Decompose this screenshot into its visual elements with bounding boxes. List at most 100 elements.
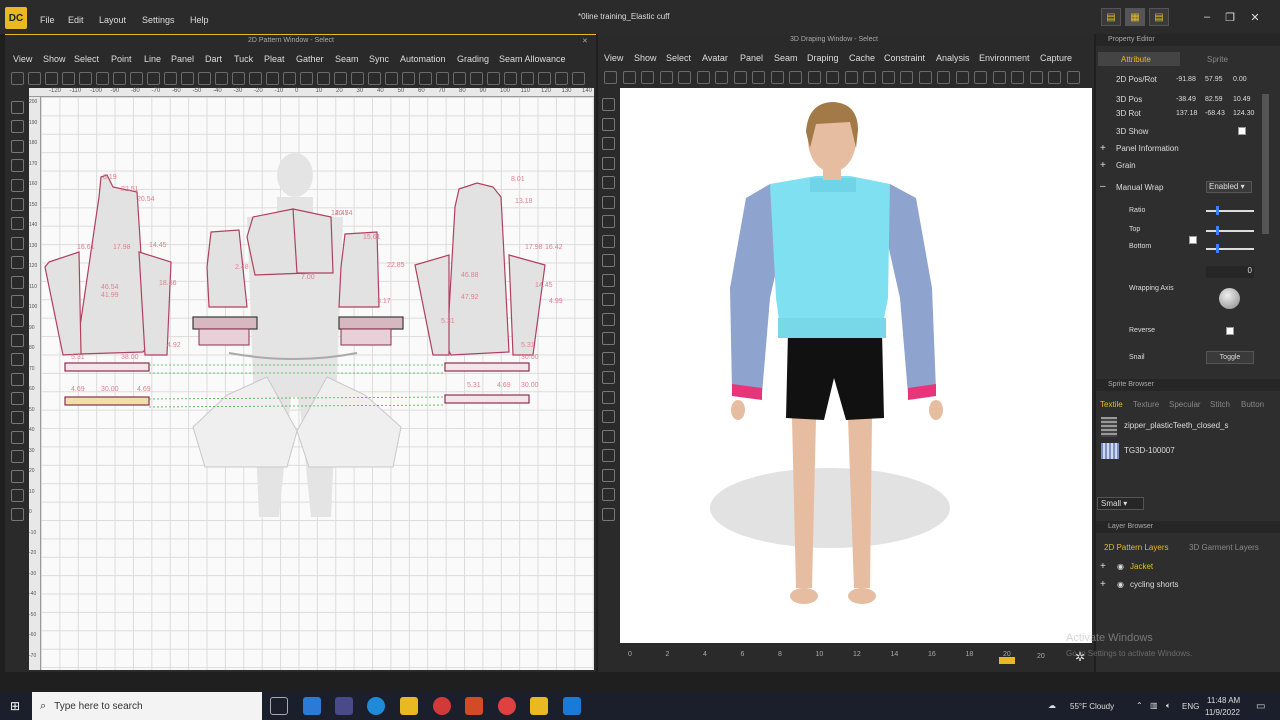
draping-side-tool-icon[interactable]	[602, 351, 615, 365]
expand-plus-icon[interactable]: +	[1100, 160, 1106, 171]
pw-menu-select[interactable]: Select	[74, 54, 99, 64]
expand-plus-icon[interactable]: +	[1100, 579, 1106, 590]
pw-menu-seam[interactable]: Seam	[335, 54, 359, 64]
pattern-tool-icon[interactable]	[572, 72, 585, 85]
draping-tool-icon[interactable]	[974, 71, 987, 84]
timeline[interactable]: 0 2 4 6 8 10 12 14 16 18 20	[620, 645, 1092, 670]
pattern-side-tool-icon[interactable]	[11, 275, 24, 289]
chrome-icon[interactable]	[498, 697, 516, 715]
draping-tool-icon[interactable]	[1011, 71, 1024, 84]
pw-menu-line[interactable]: Line	[144, 54, 161, 64]
draping-tool-icon[interactable]	[659, 71, 673, 84]
dw-menu-draping[interactable]: Draping	[807, 53, 839, 63]
pw-menu-seam-allowance[interactable]: Seam Allowance	[499, 54, 566, 64]
pw-menu-dart[interactable]: Dart	[205, 54, 222, 64]
expand-plus-icon[interactable]: +	[1100, 143, 1106, 154]
draping-side-tool-icon[interactable]	[602, 468, 615, 482]
pattern-side-tool-icon[interactable]	[11, 159, 24, 173]
draping-side-tool-icon[interactable]	[602, 429, 615, 443]
draping-side-tool-icon[interactable]	[602, 273, 615, 287]
wrapping-axis-dial[interactable]	[1219, 288, 1240, 309]
draping-tool-icon[interactable]	[955, 71, 969, 84]
draping-tool-icon[interactable]	[789, 71, 802, 84]
prop-3d-pos-x[interactable]: -38.49	[1176, 96, 1196, 103]
pattern-tool-icon[interactable]	[113, 72, 126, 85]
layout-3d-icon[interactable]: ▤	[1149, 8, 1169, 26]
pattern-tool-icon[interactable]	[266, 72, 279, 85]
draping-tool-icon[interactable]	[678, 71, 691, 84]
tab-2d-pattern-layers[interactable]: 2D Pattern Layers	[1104, 543, 1168, 552]
pattern-tool-icon[interactable]	[147, 72, 160, 85]
pattern-tool-icon[interactable]	[521, 72, 534, 85]
dw-menu-analysis[interactable]: Analysis	[936, 53, 970, 63]
draping-tool-icon[interactable]	[881, 71, 895, 84]
mail-icon[interactable]	[303, 697, 321, 715]
pattern-window-close-icon[interactable]: ✕	[582, 37, 588, 45]
pattern-tool-icon[interactable]	[368, 72, 381, 85]
tab-stitch[interactable]: Stitch	[1210, 400, 1230, 409]
draping-tool-icon[interactable]	[844, 71, 858, 84]
expand-plus-icon[interactable]: +	[1100, 561, 1106, 572]
pattern-tool-icon[interactable]	[28, 72, 41, 85]
property-scrollbar[interactable]	[1262, 94, 1269, 234]
weather-cloud-icon[interactable]: ☁	[1048, 701, 1056, 710]
timeline-frame-input[interactable]: 20	[1037, 653, 1045, 660]
menu-layout[interactable]: Layout	[99, 15, 126, 25]
dw-menu-panel[interactable]: Panel	[740, 53, 763, 63]
draping-tool-icon[interactable]	[1029, 71, 1043, 84]
volume-icon[interactable]: 🔈︎	[1166, 701, 1171, 711]
clo-app-icon[interactable]	[530, 697, 548, 715]
draping-side-tool-icon[interactable]	[602, 254, 615, 267]
pattern-tool-icon[interactable]	[232, 72, 245, 85]
pattern-tool-icon[interactable]	[215, 72, 228, 85]
menu-help[interactable]: Help	[190, 15, 209, 25]
pattern-side-tool-icon[interactable]	[11, 101, 24, 114]
draping-side-tool-icon[interactable]	[602, 215, 615, 228]
dw-menu-constraint[interactable]: Constraint	[884, 53, 925, 63]
menu-edit[interactable]: Edit	[68, 15, 84, 25]
tab-attribute[interactable]: Attribute	[1121, 55, 1151, 64]
tray-up-icon[interactable]: ⌃	[1136, 701, 1143, 710]
pattern-tool-icon[interactable]	[487, 72, 500, 85]
draping-side-tool-icon[interactable]	[602, 488, 615, 501]
pattern-tool-icon[interactable]	[96, 72, 109, 85]
pw-menu-grading[interactable]: Grading	[457, 54, 489, 64]
slider-knob[interactable]	[1216, 226, 1219, 235]
bottom-slider[interactable]	[1206, 244, 1254, 253]
pattern-tool-icon[interactable]	[79, 72, 92, 85]
pattern-tool-icon[interactable]	[334, 72, 347, 85]
draping-side-tool-icon[interactable]	[602, 137, 615, 150]
draping-tool-icon[interactable]	[937, 71, 950, 84]
pattern-tool-icon[interactable]	[436, 72, 449, 85]
draping-side-tool-icon[interactable]	[602, 371, 615, 384]
pattern-side-tool-icon[interactable]	[11, 139, 24, 153]
pattern-tool-icon[interactable]	[130, 72, 143, 85]
snail-toggle-button[interactable]: Toggle	[1206, 351, 1254, 364]
windows-start-icon[interactable]: ⊞	[10, 699, 20, 713]
pattern-tool-icon[interactable]	[504, 72, 517, 85]
draping-tool-icon[interactable]	[770, 71, 784, 84]
pattern-tool-icon[interactable]	[555, 72, 568, 85]
installer-icon[interactable]	[563, 697, 581, 715]
tab-sprite[interactable]: Sprite	[1207, 55, 1228, 64]
draping-tool-icon[interactable]	[900, 71, 913, 84]
pattern-side-tool-icon[interactable]	[11, 353, 24, 367]
bottom-checkbox[interactable]	[1189, 236, 1197, 244]
sprite-item-fabric[interactable]: TG3D-100007	[1124, 446, 1175, 455]
pw-menu-gather[interactable]: Gather	[296, 54, 324, 64]
draping-tool-icon[interactable]	[715, 71, 728, 84]
language-indicator[interactable]: ENG	[1182, 702, 1199, 711]
grain-label[interactable]: Grain	[1116, 161, 1136, 170]
timeline-marker[interactable]	[999, 657, 1015, 664]
draping-tool-icon[interactable]	[918, 71, 932, 84]
pattern-side-tool-icon[interactable]	[11, 411, 24, 425]
pattern-side-tool-icon[interactable]	[11, 333, 24, 347]
draping-tool-icon[interactable]	[863, 71, 876, 84]
prop-3d-pos-z[interactable]: 10.49	[1233, 96, 1251, 103]
pw-menu-panel[interactable]: Panel	[171, 54, 194, 64]
draping-tool-icon[interactable]	[622, 71, 636, 84]
pw-menu-tuck[interactable]: Tuck	[234, 54, 253, 64]
prop-2d-pos-x[interactable]: -91.88	[1176, 76, 1196, 83]
tab-textile[interactable]: Textile	[1100, 400, 1123, 409]
prop-3d-rot-x[interactable]: 137.18	[1176, 110, 1197, 117]
